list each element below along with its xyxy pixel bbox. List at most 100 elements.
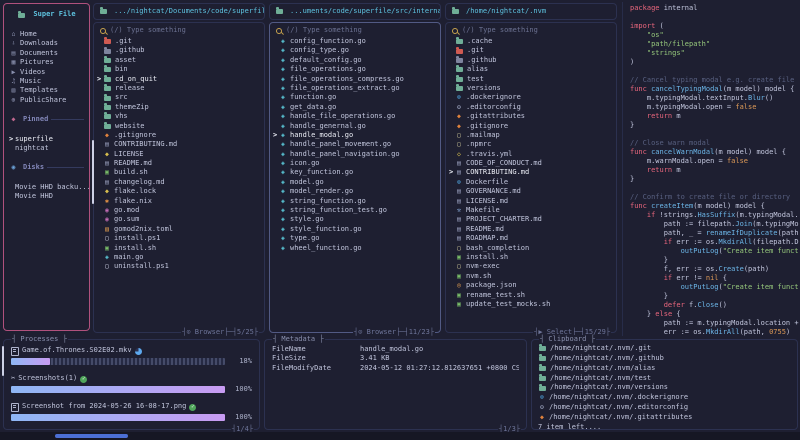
file-row[interactable]: ◉go.mod <box>94 206 264 215</box>
file-row[interactable]: ◇.travis.yml <box>446 150 616 159</box>
file-row[interactable]: ◈default_config.go <box>270 56 440 65</box>
file-row[interactable]: ◈model.go <box>270 178 440 187</box>
file-row[interactable]: ◆.gitignore <box>446 122 616 131</box>
file-row[interactable]: ▤LICENSE.md <box>446 197 616 206</box>
file-row[interactable]: ◈type.go <box>270 234 440 243</box>
sidebar-item-movie-hhd[interactable]: Movie HHD <box>4 192 89 201</box>
file-name: go.mod <box>114 206 139 215</box>
panel-1-scrollbar[interactable] <box>92 140 94 204</box>
file-row[interactable]: ◈function.go <box>270 93 440 102</box>
sidebar-item-documents[interactable]: ▤Documents <box>4 49 89 58</box>
file-row[interactable]: ◆.gitignore <box>94 131 264 140</box>
processes-scrollbar[interactable] <box>2 346 4 376</box>
file-row[interactable]: .github <box>446 56 616 65</box>
file-row[interactable]: ▢bash_completion <box>446 244 616 253</box>
file-row[interactable]: ▣update_test_mocks.sh <box>446 300 616 309</box>
file-row[interactable]: ◈file_operations_compress.go <box>270 75 440 84</box>
file-row[interactable]: ◈get_data.go <box>270 103 440 112</box>
file-row[interactable]: ▤README.md <box>446 225 616 234</box>
file-row[interactable]: ⊚.dockerignore <box>446 93 616 102</box>
file-row[interactable]: ⚒Makefile <box>446 206 616 215</box>
file-row[interactable]: ▤PROJECT_CHARTER.md <box>446 215 616 224</box>
file-name: .gitattributes <box>466 112 525 121</box>
file-row[interactable]: ▤README.md <box>94 159 264 168</box>
sidebar-item-downloads[interactable]: ⇩Downloads <box>4 39 89 48</box>
process-item[interactable]: Screenshot from 2024-05-26 16-08-17.png✓ <box>11 402 252 412</box>
file-row[interactable]: .git <box>94 37 264 46</box>
file-row[interactable]: ◈key_function.go <box>270 168 440 177</box>
process-item[interactable]: Game.of.Thrones.S02E02.mkv <box>11 346 252 356</box>
file-row[interactable]: ◈handle_file_operations.go <box>270 112 440 121</box>
file-row[interactable]: .git <box>446 46 616 55</box>
file-row[interactable]: ◈handle_genernal.go <box>270 122 440 131</box>
file-row[interactable]: ◈model_render.go <box>270 187 440 196</box>
file-row[interactable]: ▤ROADMAP.md <box>446 234 616 243</box>
file-row[interactable]: ◈handle_panel_navigation.go <box>270 150 440 159</box>
file-row[interactable]: ◆.gitattributes <box>446 112 616 121</box>
sidebar-item-videos[interactable]: ▶Videos <box>4 68 89 77</box>
file-row[interactable]: ▣rename_test.sh <box>446 291 616 300</box>
file-row[interactable]: ◈config_function.go <box>270 37 440 46</box>
process-item[interactable]: ✂Screenshots(1)✓ <box>11 374 252 384</box>
file-row[interactable]: ◈config_type.go <box>270 46 440 55</box>
sidebar-item-templates[interactable]: ▧Templates <box>4 86 89 95</box>
file-row[interactable]: ▢nvm-exec <box>446 262 616 271</box>
file-row[interactable]: ◈style.go <box>270 215 440 224</box>
search-input[interactable]: (/) Type something <box>94 26 264 36</box>
file-row[interactable]: >◈handle_modal.go <box>270 131 440 140</box>
folder-icon <box>276 9 283 14</box>
file-row[interactable]: ◈file_operations.go <box>270 65 440 74</box>
file-row[interactable]: asset <box>94 56 264 65</box>
file-row[interactable]: >▤CONTRIBUTING.md <box>446 168 616 177</box>
file-row[interactable]: ◈wheel_function.go <box>270 244 440 253</box>
file-row[interactable]: ▣build.sh <box>94 168 264 177</box>
file-row[interactable]: ◆flake.lock <box>94 187 264 196</box>
sidebar-item-publicshare[interactable]: ⊕PublicShare <box>4 96 89 105</box>
file-row[interactable]: website <box>94 122 264 131</box>
file-row[interactable]: ▤CODE_OF_CONDUCT.md <box>446 159 616 168</box>
sidebar-item-music[interactable]: ♫Music <box>4 77 89 86</box>
file-row[interactable]: ◈handle_panel_movement.go <box>270 140 440 149</box>
file-row[interactable]: ⊚Dockerfile <box>446 178 616 187</box>
file-row[interactable]: ▤changelog.md <box>94 178 264 187</box>
file-row[interactable]: ▢.mailmap <box>446 131 616 140</box>
sidebar-item-home[interactable]: ⌂Home <box>4 30 89 39</box>
file-row[interactable]: ◈main.go <box>94 253 264 262</box>
file-row[interactable]: .cache <box>446 37 616 46</box>
file-row[interactable]: ◈icon.go <box>270 159 440 168</box>
search-input[interactable]: (/) Type something <box>270 26 440 36</box>
file-row[interactable]: bin <box>94 65 264 74</box>
file-row[interactable]: ◉go.sum <box>94 215 264 224</box>
file-row[interactable]: ◆LICENSE <box>94 150 264 159</box>
file-row[interactable]: release <box>94 84 264 93</box>
file-row[interactable]: ◈string_function.go <box>270 197 440 206</box>
file-row[interactable]: ⚙.editorconfig <box>446 103 616 112</box>
file-row[interactable]: alias <box>446 65 616 74</box>
file-row[interactable]: ◈style_function.go <box>270 225 440 234</box>
sidebar-item-movie-hhd-backu-[interactable]: Movie HHD backu... <box>4 183 89 192</box>
file-row[interactable]: ▣install.sh <box>446 253 616 262</box>
file-row[interactable]: src <box>94 93 264 102</box>
file-row[interactable]: ▣install.sh <box>94 244 264 253</box>
sidebar-item-pictures[interactable]: ▦Pictures <box>4 58 89 67</box>
file-row[interactable]: ▣nvm.sh <box>446 272 616 281</box>
file-row[interactable]: versions <box>446 84 616 93</box>
file-row[interactable]: ◎package.json <box>446 281 616 290</box>
sidebar-item-superfile[interactable]: >superfile <box>4 135 89 144</box>
file-row[interactable]: .github <box>94 46 264 55</box>
file-row[interactable]: ▢.npmrc <box>446 140 616 149</box>
search-input[interactable]: (/) Type something <box>446 26 616 36</box>
file-row[interactable]: ▤GOVERNANCE.md <box>446 187 616 196</box>
file-row[interactable]: ▥gomod2nix.toml <box>94 225 264 234</box>
file-row[interactable]: ◈string_function_test.go <box>270 206 440 215</box>
file-row[interactable]: ◈file_operations_extract.go <box>270 84 440 93</box>
file-row[interactable]: ▤CONTRIBUTING.md <box>94 140 264 149</box>
file-row[interactable]: >cd_on_quit <box>94 75 264 84</box>
sidebar-item-nightcat[interactable]: nightcat <box>4 144 89 153</box>
file-row[interactable]: ▢uninstall.ps1 <box>94 262 264 271</box>
file-row[interactable]: vhs <box>94 112 264 121</box>
file-row[interactable]: ✱flake.nix <box>94 197 264 206</box>
file-row[interactable]: ▢install.ps1 <box>94 234 264 243</box>
file-row[interactable]: test <box>446 75 616 84</box>
file-row[interactable]: themeZip <box>94 103 264 112</box>
